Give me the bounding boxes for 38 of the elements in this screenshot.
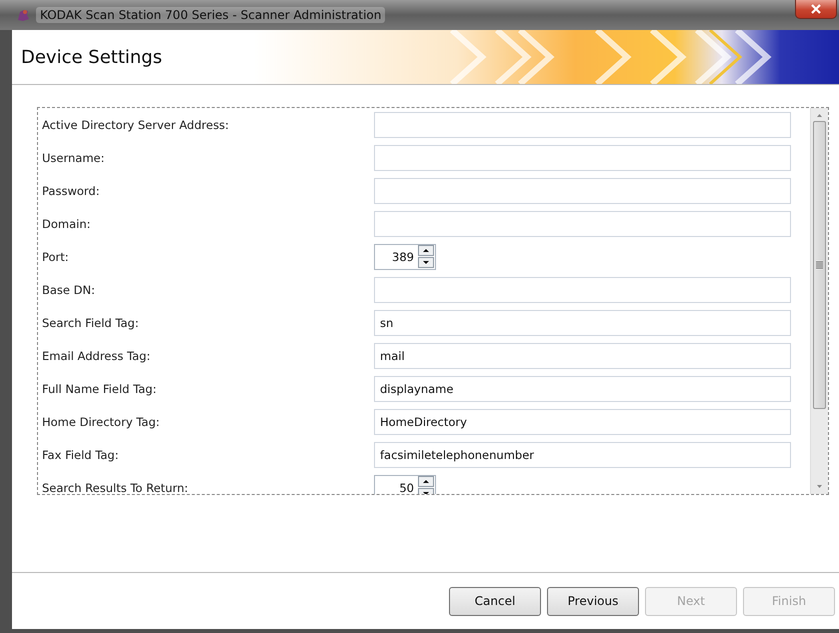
text-field[interactable]: mail <box>374 342 791 368</box>
text-field[interactable] <box>374 178 791 204</box>
close-icon <box>810 4 822 14</box>
spin-down-icon[interactable] <box>418 257 434 268</box>
field-label: Port: <box>41 250 70 264</box>
scroll-up-icon[interactable] <box>815 112 824 118</box>
field-label: Full Name Field Tag: <box>41 382 158 396</box>
number-spinner[interactable]: 389 <box>374 244 436 270</box>
grip-icon <box>816 261 823 269</box>
scrollbar[interactable] <box>810 108 828 494</box>
scroll-down-icon[interactable] <box>815 484 824 490</box>
spin-up-icon[interactable] <box>418 476 434 487</box>
page-title: Device Settings <box>20 46 162 68</box>
close-button[interactable] <box>795 0 837 19</box>
spin-up-icon[interactable] <box>418 245 434 256</box>
field-label: Username: <box>41 150 106 164</box>
field-label: Search Results To Return: <box>41 480 190 494</box>
text-field[interactable] <box>374 112 791 138</box>
number-spinner[interactable]: 50 <box>374 474 436 494</box>
field-label: Fax Field Tag: <box>41 448 120 462</box>
field-label: Password: <box>41 184 101 198</box>
field-label: Email Address Tag: <box>41 348 152 362</box>
text-field[interactable]: displayname <box>374 376 791 402</box>
field-label: Active Directory Server Address: <box>41 118 230 132</box>
field-label: Search Field Tag: <box>41 316 140 330</box>
text-field[interactable]: sn <box>374 310 791 336</box>
window-title: KODAK Scan Station 700 Series - Scanner Administration <box>36 7 386 23</box>
text-field[interactable]: HomeDirectory <box>374 408 791 434</box>
text-field[interactable] <box>374 144 791 170</box>
app-logo-icon <box>16 8 30 22</box>
field-label: Domain: <box>41 216 92 230</box>
field-label: Base DN: <box>41 282 96 296</box>
text-field[interactable] <box>374 276 791 302</box>
wizard-button[interactable]: Cancel <box>449 586 541 616</box>
text-field[interactable] <box>374 210 791 236</box>
field-label: Home Directory Tag: <box>41 414 161 428</box>
wizard-button[interactable]: Previous <box>547 586 639 616</box>
text-field[interactable]: facsimiletelephonenumber <box>374 442 791 468</box>
